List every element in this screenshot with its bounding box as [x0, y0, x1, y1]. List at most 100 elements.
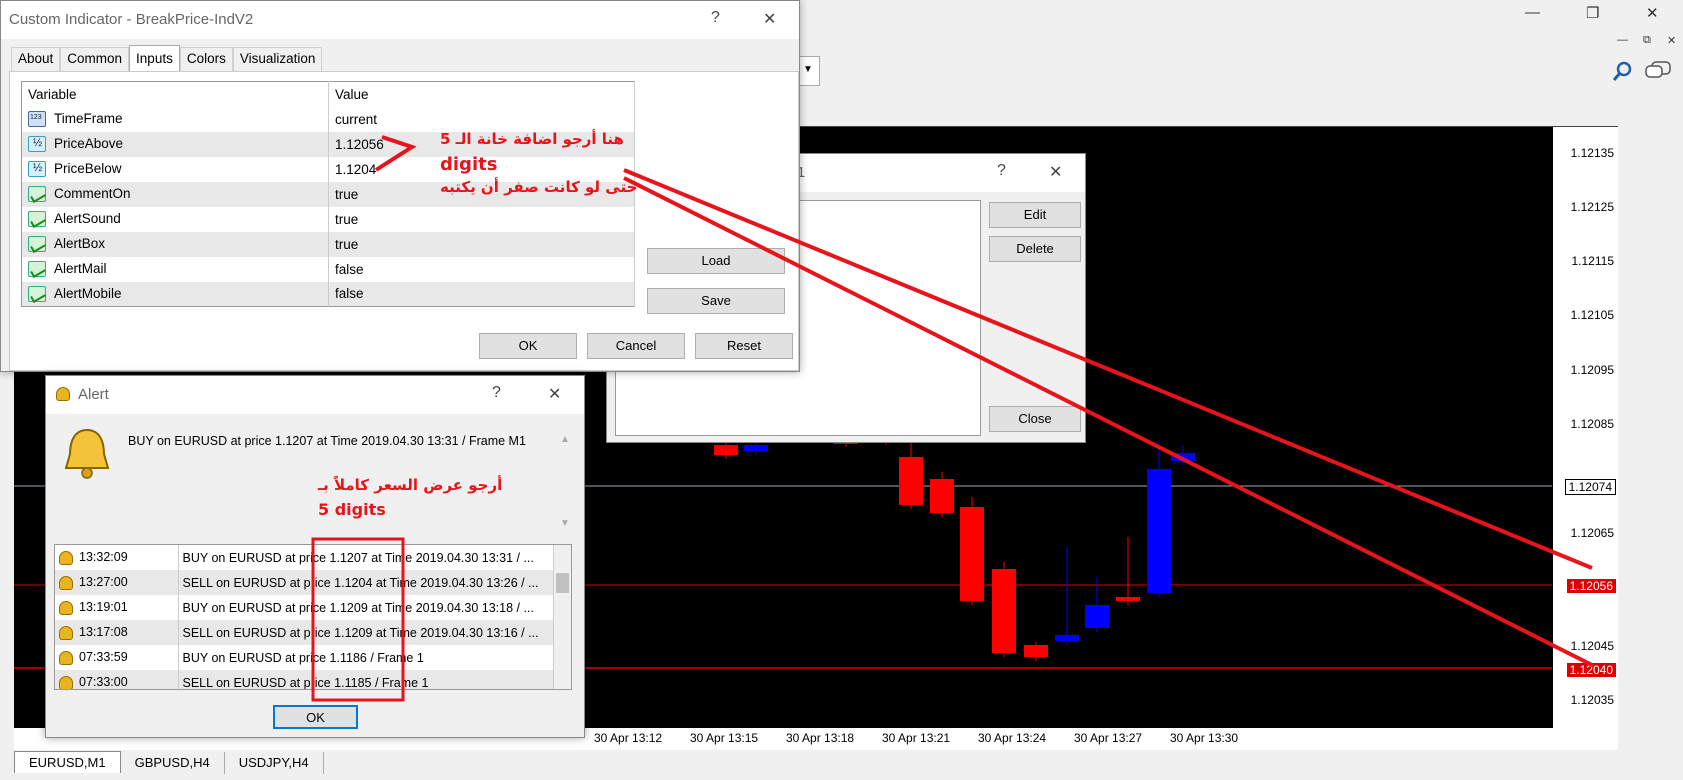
candle-body	[960, 507, 984, 601]
table-row[interactable]: TimeFrame current	[21, 106, 635, 132]
table-row[interactable]: AlertSound true	[21, 206, 635, 232]
bell-icon	[59, 550, 73, 565]
list-item[interactable]: 07:33:59 BUY on EURUSD at price 1.1186 / …	[55, 645, 555, 670]
chevron-up-icon[interactable]: ▲	[560, 434, 570, 445]
price-label: 1.12105	[1570, 308, 1614, 322]
variable-value[interactable]: true	[328, 206, 635, 232]
price-label: 1.12045	[1570, 639, 1614, 653]
minimize-button[interactable]: —	[1525, 4, 1540, 21]
dialog-tabs: About Common Inputs Colors Visualization	[11, 45, 323, 71]
list-item[interactable]: 07:33:00 SELL on EURUSD at price 1.1185 /…	[55, 670, 555, 689]
tab-colors[interactable]: Colors	[179, 47, 233, 71]
scrollbar[interactable]	[553, 545, 571, 689]
inner-restore-button[interactable]: ⧉	[1643, 34, 1651, 47]
time-label: 30 Apr 13:15	[690, 731, 759, 745]
tab-about[interactable]: About	[11, 47, 61, 71]
inner-minimize-button[interactable]: —	[1617, 34, 1628, 46]
number-icon	[28, 111, 46, 128]
time-label: 30 Apr 13:18	[786, 731, 855, 745]
tab-usdjpy-h4[interactable]: USDJPY,H4	[224, 752, 324, 774]
bell-icon	[59, 575, 73, 590]
variable-value[interactable]: current	[328, 106, 635, 132]
price-label: 1.12135	[1570, 146, 1614, 160]
chevron-down-icon[interactable]: ▼	[560, 518, 570, 529]
chat-icon[interactable]	[1644, 60, 1672, 82]
list-item[interactable]: 13:19:01 BUY on EURUSD at price 1.1209 at…	[55, 595, 555, 620]
help-button[interactable]: ?	[711, 9, 720, 27]
candle-body	[1055, 635, 1079, 641]
annotation-text: digits	[440, 154, 498, 175]
cancel-button[interactable]: Cancel	[587, 333, 685, 359]
tab-inputs[interactable]: Inputs	[129, 45, 180, 71]
alert-message: BUY on EURUSD at price 1.1207 at Time 20…	[128, 434, 526, 448]
variable-name: CommentOn	[54, 185, 131, 201]
price-label: 1.12125	[1570, 200, 1614, 214]
symbol-tabs: EURUSD,M1 GBPUSD,H4 USDJPY,H4	[14, 751, 324, 775]
dialog-title: Alert	[46, 376, 584, 414]
list-item[interactable]: 13:17:08 SELL on EURUSD at price 1.1209 a…	[55, 620, 555, 645]
time-label: 30 Apr 13:24	[978, 731, 1047, 745]
alert-history-list[interactable]: 13:32:09 BUY on EURUSD at price 1.1207 at…	[54, 544, 572, 690]
column-header-variable[interactable]: Variable	[21, 81, 329, 107]
candle-body	[744, 445, 768, 451]
bell-icon	[59, 675, 73, 689]
price-label: 1.12035	[1570, 693, 1614, 707]
variable-value[interactable]: true	[328, 231, 635, 257]
tab-eurusd-m1[interactable]: EURUSD,M1	[14, 751, 121, 773]
tab-visualization[interactable]: Visualization	[232, 47, 323, 71]
scrollbar-thumb[interactable]	[556, 573, 569, 593]
alert-text: SELL on EURUSD at price 1.1204 at Time 2…	[178, 570, 555, 595]
help-button[interactable]: ?	[492, 384, 501, 402]
tab-gbpusd-h4[interactable]: GBPUSD,H4	[120, 752, 225, 774]
close-dialog-button[interactable]: Close	[989, 406, 1081, 432]
annotation-text: حتى لو كانت صفر أن يكتبه	[440, 178, 638, 196]
candle-body	[1085, 605, 1109, 628]
alert-time: 13:17:08	[79, 625, 128, 640]
variable-name: AlertMobile	[54, 285, 122, 301]
table-row[interactable]: AlertMobile false	[21, 281, 635, 307]
candle-body	[714, 445, 738, 455]
variable-name: AlertBox	[54, 235, 106, 251]
time-label: 30 Apr 13:27	[1074, 731, 1143, 745]
list-item[interactable]: 13:32:09 BUY on EURUSD at price 1.1207 at…	[55, 545, 555, 570]
list-item[interactable]: 13:27:00 SELL on EURUSD at price 1.1204 a…	[55, 570, 555, 595]
table-row[interactable]: AlertMail false	[21, 256, 635, 282]
bell-icon	[59, 625, 73, 640]
load-button[interactable]: Load	[647, 248, 785, 274]
alert-text: BUY on EURUSD at price 1.1186 / Frame 1	[178, 645, 555, 670]
candle-body	[930, 479, 954, 513]
price-label: 1.12065	[1570, 526, 1614, 540]
bell-icon	[56, 387, 70, 401]
candle-body	[1147, 469, 1171, 593]
annotation-text: 5 digits	[318, 500, 386, 519]
delete-button[interactable]: Delete	[989, 236, 1081, 262]
price-above-tag: 1.12056	[1566, 579, 1616, 593]
help-button[interactable]: ?	[997, 162, 1006, 180]
candle-body	[1024, 645, 1048, 657]
close-button[interactable]: ✕	[1646, 4, 1659, 22]
tab-common[interactable]: Common	[60, 47, 130, 71]
alert-text: SELL on EURUSD at price 1.1209 at Time 2…	[178, 620, 555, 645]
table-row[interactable]: AlertBox true	[21, 231, 635, 257]
alert-time: 13:27:00	[79, 575, 128, 590]
candle-body	[992, 569, 1016, 653]
variable-value[interactable]: false	[328, 281, 635, 307]
variable-value[interactable]: false	[328, 256, 635, 282]
close-icon[interactable]: ✕	[1049, 162, 1062, 182]
edit-button[interactable]: Edit	[989, 202, 1081, 228]
search-icon[interactable]	[1612, 60, 1634, 82]
close-icon[interactable]: ✕	[548, 384, 561, 404]
chevron-down-icon: ▼	[803, 64, 813, 75]
inner-close-button[interactable]: ✕	[1667, 34, 1676, 47]
maximize-button[interactable]: ❐	[1586, 4, 1599, 22]
alert-bell-icon	[64, 428, 110, 479]
alert-ok-button[interactable]: OK	[273, 705, 358, 729]
reset-button[interactable]: Reset	[695, 333, 793, 359]
ok-button[interactable]: OK	[479, 333, 577, 359]
fraction-icon	[28, 136, 46, 153]
column-header-value[interactable]: Value	[328, 81, 635, 107]
candle-body	[899, 457, 923, 505]
close-icon[interactable]: ✕	[763, 9, 776, 29]
save-button[interactable]: Save	[647, 288, 785, 314]
bell-icon	[59, 650, 73, 665]
